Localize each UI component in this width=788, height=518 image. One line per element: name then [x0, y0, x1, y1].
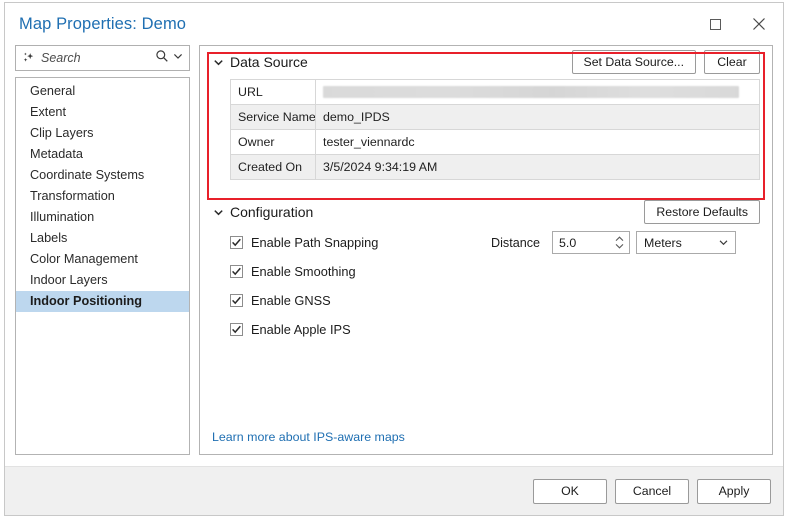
table-row-owner: Owner tester_viennardc [230, 129, 760, 155]
checkmark-icon [232, 325, 241, 334]
checkbox-enable-path-snapping[interactable] [230, 236, 243, 249]
distance-value[interactable]: 5.0 [559, 236, 613, 250]
option-row-gnss: Enable GNSS [212, 286, 760, 315]
row-label-created-on: Created On [230, 154, 316, 180]
distance-label: Distance [491, 235, 540, 250]
cancel-button[interactable]: Cancel [615, 478, 689, 504]
set-data-source-button[interactable]: Set Data Source... [571, 50, 696, 74]
redacted-url-value [323, 86, 740, 98]
checkbox-enable-gnss[interactable] [230, 294, 243, 307]
window-controls [693, 3, 781, 45]
maximize-icon [709, 18, 721, 30]
data-source-section: Data Source Set Data Source... Clear URL [200, 46, 772, 180]
label-enable-gnss: Enable GNSS [251, 293, 331, 308]
checkbox-enable-apple-ips[interactable] [230, 323, 243, 336]
checkbox-enable-smoothing[interactable] [230, 265, 243, 278]
search-input[interactable]: Search [41, 51, 155, 65]
ok-button[interactable]: OK [533, 478, 607, 504]
chevron-down-icon[interactable] [718, 237, 729, 248]
distance-stepper[interactable]: 5.0 [552, 231, 630, 254]
chevron-down-icon[interactable] [615, 243, 624, 249]
configuration-section: Configuration Restore Defaults Enable Pa… [200, 196, 772, 344]
checkmark-icon [232, 238, 241, 247]
sidebar-item-illumination[interactable]: Illumination [16, 207, 189, 228]
right-panel: Data Source Set Data Source... Clear URL [199, 45, 773, 455]
sidebar-item-labels[interactable]: Labels [16, 228, 189, 249]
close-icon [753, 18, 765, 30]
sidebar-item-indoor-positioning[interactable]: Indoor Positioning [16, 291, 189, 312]
data-source-actions: Set Data Source... Clear [571, 50, 760, 74]
row-value-service-name: demo_IPDS [315, 104, 760, 130]
row-value-created-on: 3/5/2024 9:34:19 AM [315, 154, 760, 180]
sidebar-item-indoor-layers[interactable]: Indoor Layers [16, 270, 189, 291]
option-row-apple-ips: Enable Apple IPS [212, 315, 760, 344]
clear-data-source-button[interactable]: Clear [704, 50, 760, 74]
sidebar-item-coordinate-systems[interactable]: Coordinate Systems [16, 165, 189, 186]
distance-spinner-arrows[interactable] [613, 236, 629, 249]
label-enable-path-snapping: Enable Path Snapping [251, 235, 379, 250]
sidebar-item-general[interactable]: General [16, 81, 189, 102]
search-chevron-down-icon[interactable] [172, 49, 184, 67]
maximize-button[interactable] [693, 7, 737, 41]
sidebar-item-clip-layers[interactable]: Clip Layers [16, 123, 189, 144]
map-properties-dialog: Map Properties: Demo Search General Exte… [4, 2, 784, 516]
sidebar-item-color-management[interactable]: Color Management [16, 249, 189, 270]
restore-defaults-button[interactable]: Restore Defaults [644, 200, 760, 224]
data-source-title: Data Source [230, 54, 308, 70]
data-source-chevron-down-icon[interactable] [212, 56, 225, 69]
data-source-header[interactable]: Data Source Set Data Source... Clear [212, 46, 760, 78]
dialog-footer: OK Cancel Apply [5, 466, 783, 515]
configuration-actions: Restore Defaults [644, 200, 760, 224]
option-row-path-snapping: Enable Path Snapping Distance 5.0 Meters [212, 228, 760, 257]
dialog-body: Search General Extent Clip Layers Metada… [5, 45, 783, 455]
table-row-service-name: Service Name demo_IPDS [230, 104, 760, 130]
checkmark-icon [232, 267, 241, 276]
distance-control-group: Distance 5.0 Meters [491, 231, 760, 254]
configuration-chevron-down-icon[interactable] [212, 206, 225, 219]
option-row-smoothing: Enable Smoothing [212, 257, 760, 286]
data-source-table: URL Service Name demo_IPDS Owner tester_… [230, 79, 760, 180]
configuration-header[interactable]: Configuration Restore Defaults [212, 196, 760, 228]
checkmark-icon [232, 296, 241, 305]
table-row-created-on: Created On 3/5/2024 9:34:19 AM [230, 154, 760, 180]
label-enable-smoothing: Enable Smoothing [251, 264, 356, 279]
apply-button[interactable]: Apply [697, 478, 771, 504]
title-bar: Map Properties: Demo [5, 3, 783, 45]
sparkle-icon [22, 51, 36, 65]
sidebar-item-extent[interactable]: Extent [16, 102, 189, 123]
label-enable-apple-ips: Enable Apple IPS [251, 322, 351, 337]
distance-unit-value: Meters [644, 235, 682, 250]
row-label-service-name: Service Name [230, 104, 316, 130]
left-panel: Search General Extent Clip Layers Metada… [15, 45, 190, 455]
category-list[interactable]: General Extent Clip Layers Metadata Coor… [15, 77, 190, 455]
row-label-owner: Owner [230, 129, 316, 155]
learn-more-link[interactable]: Learn more about IPS-aware maps [212, 430, 405, 444]
close-button[interactable] [737, 7, 781, 41]
configuration-title: Configuration [230, 204, 314, 220]
table-row-url: URL [230, 79, 760, 105]
row-value-owner: tester_viennardc [315, 129, 760, 155]
distance-unit-select[interactable]: Meters [636, 231, 736, 254]
sidebar-item-metadata[interactable]: Metadata [16, 144, 189, 165]
row-value-url [315, 79, 760, 105]
search-box[interactable]: Search [15, 45, 190, 71]
magnifier-icon[interactable] [155, 49, 169, 68]
sidebar-item-transformation[interactable]: Transformation [16, 186, 189, 207]
row-label-url: URL [230, 79, 316, 105]
chevron-up-icon[interactable] [615, 236, 624, 242]
window-title: Map Properties: Demo [19, 14, 187, 33]
